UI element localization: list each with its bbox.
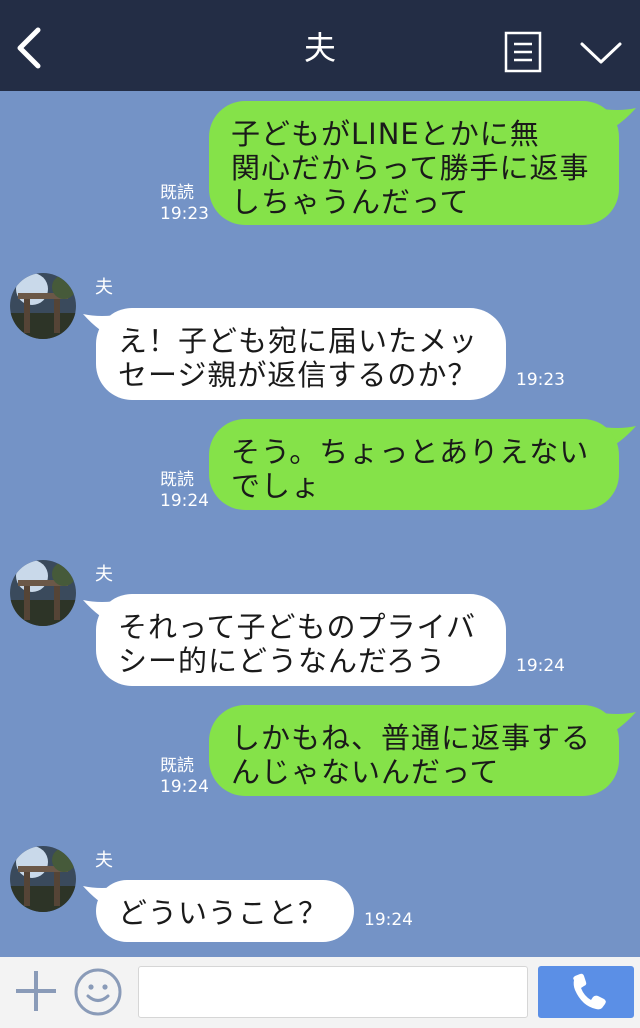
read-receipt: 既読 [160,183,194,203]
message-meta: 既読 19:24 [160,756,209,798]
sent-message-bubble[interactable]: しかもね、普通に返事する んじゃないんだって [209,705,619,796]
avatar-image [10,846,76,912]
message-meta: 既読 19:23 [160,183,209,225]
read-receipt: 既読 [160,470,194,490]
message-time: 19:24 [364,910,413,930]
message-time: 19:23 [160,204,209,224]
chevron-left-icon [17,27,41,69]
chat-screen: 夫 既読 19:23 子どもがLINEとかに無 関心だからって勝手に返事 しちゃ… [0,0,640,1028]
call-button[interactable] [538,966,634,1018]
message-time: 19:23 [516,370,565,390]
sender-name: 夫 [95,850,113,871]
chevron-down-icon [580,42,622,64]
message-time: 19:24 [516,656,565,676]
message-time: 19:24 [160,491,209,511]
sent-message-bubble[interactable]: そう。ちょっとありえない でしょ [209,419,619,510]
received-message-bubble[interactable]: どういうこと？ [96,880,354,942]
plus-icon [16,971,56,1011]
collapse-button[interactable] [578,36,624,70]
received-message-bubble[interactable]: え！子ども宛に届いたメッ セージ親が返信するのか？ [96,308,506,400]
back-button[interactable] [10,24,50,72]
avatar[interactable] [10,560,76,626]
message-meta: 既読 19:24 [160,470,209,512]
sender-name: 夫 [95,564,113,585]
avatar-image [10,273,76,339]
add-button[interactable] [14,969,58,1013]
read-receipt: 既読 [160,756,194,776]
emoji-button[interactable] [73,967,123,1017]
avatar[interactable] [10,273,76,339]
received-message-bubble[interactable]: それって子どものプライバ シー的にどうなんだろう [96,594,506,686]
phone-icon [573,973,606,1010]
message-input[interactable] [138,966,528,1018]
menu-button[interactable] [504,31,544,73]
avatar-image [10,560,76,626]
avatar[interactable] [10,846,76,912]
chat-title: 夫 [303,29,336,67]
chat-header: 夫 [0,0,640,91]
sender-name: 夫 [95,277,113,298]
menu-icon [504,31,542,73]
smiley-icon [74,968,122,1016]
message-time: 19:24 [160,777,209,797]
sent-message-bubble[interactable]: 子どもがLINEとかに無 関心だからって勝手に返事 しちゃうんだって [209,101,619,225]
input-bar [0,957,640,1028]
